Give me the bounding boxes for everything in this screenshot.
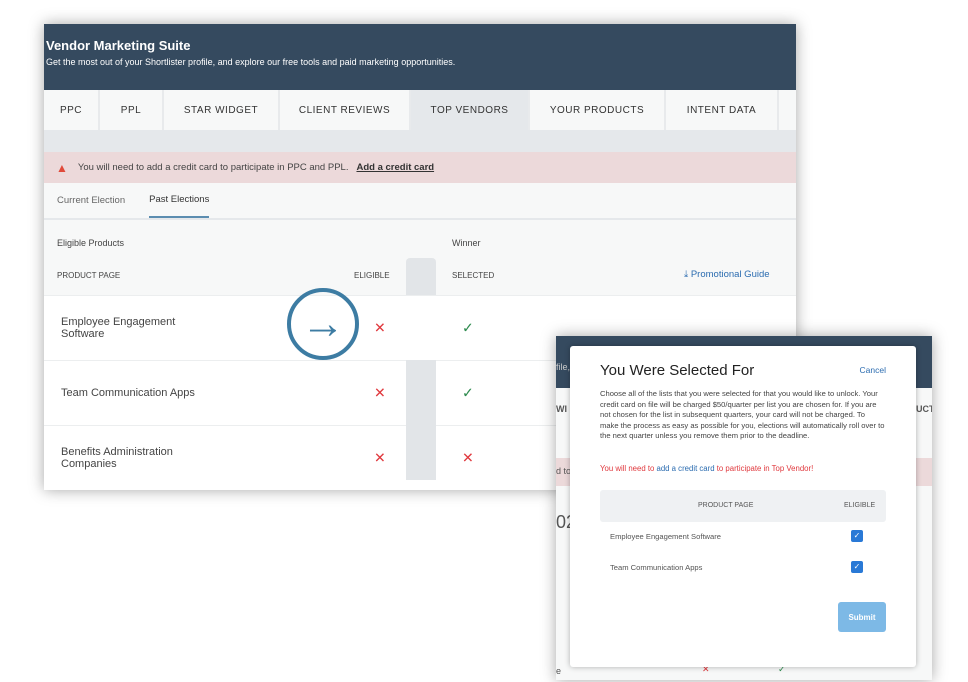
- subtab-past-elections[interactable]: Past Elections: [149, 183, 210, 218]
- page-header: Vendor Marketing Suite Get the most out …: [44, 24, 796, 90]
- add-credit-card-link[interactable]: add a credit card: [657, 464, 715, 473]
- warn-text: to participate in Top Vendor!: [714, 464, 814, 473]
- arrow-right-icon: →: [287, 288, 359, 360]
- modal-description: Choose all of the lists that you were se…: [600, 389, 885, 440]
- alert-text: You will need to add a credit card to pa…: [77, 162, 349, 173]
- x-icon: ✕: [374, 384, 386, 401]
- col-selected: SELECTED: [452, 271, 495, 280]
- tab-client-reviews[interactable]: CLIENT REVIEWS: [280, 90, 411, 130]
- modal-title: You Were Selected For: [600, 362, 755, 379]
- promotional-guide-link[interactable]: ⤓ Promotional Guide: [684, 269, 770, 280]
- download-icon: ⤓: [684, 269, 691, 280]
- modal-row-name: Team Communication Apps: [610, 563, 703, 572]
- tab-intent-data[interactable]: INTENT DATA: [666, 90, 779, 130]
- eligible-checkbox[interactable]: ✓: [851, 561, 863, 573]
- election-subtabs: Current Election Past Elections: [44, 183, 796, 220]
- tab-ppc[interactable]: PPC: [44, 90, 100, 130]
- column-divider: [406, 360, 436, 480]
- x-icon: ✕: [374, 449, 386, 466]
- col-product-page: PRODUCT PAGE: [57, 271, 121, 280]
- check-icon: ✓: [462, 384, 474, 401]
- product-name: Team Communication Apps: [61, 387, 195, 399]
- x-icon: ✕: [374, 319, 386, 336]
- fragment-text: UCT: [916, 404, 932, 414]
- tab-band: [44, 130, 796, 152]
- page-title: Vendor Marketing Suite: [46, 38, 191, 53]
- fragment-text: e: [556, 666, 562, 676]
- tab-top-vendors[interactable]: TOP VENDORS: [411, 90, 530, 130]
- col-eligible: ELIGIBLE: [844, 502, 876, 509]
- product-name: Employee Engagement Software: [61, 316, 176, 340]
- tab-ppl[interactable]: PPL: [100, 90, 164, 130]
- main-tabs: PPC PPL STAR WIDGET CLIENT REVIEWS TOP V…: [44, 90, 796, 130]
- x-icon: ✕: [462, 449, 474, 466]
- credit-card-alert: ▲ You will need to add a credit card to …: [44, 152, 796, 183]
- fragment-text: WI: [556, 404, 567, 414]
- subtab-current-election[interactable]: Current Election: [57, 183, 125, 218]
- check-icon: ✓: [462, 319, 474, 336]
- page-subtitle: Get the most out of your Shortlister pro…: [46, 57, 456, 67]
- warning-icon: ▲: [56, 160, 68, 175]
- fragment-text: file,: [556, 362, 571, 372]
- add-credit-card-link[interactable]: Add a credit card: [356, 162, 434, 173]
- col-eligible: ELIGIBLE: [354, 271, 390, 280]
- col-product-page: PRODUCT PAGE: [698, 502, 754, 509]
- credit-card-warning: You will need to add a credit card to pa…: [600, 464, 813, 473]
- modal-row-name: Employee Engagement Software: [610, 532, 722, 541]
- winner-heading: Winner: [452, 238, 481, 248]
- cancel-button[interactable]: Cancel: [860, 365, 886, 375]
- eligible-checkbox[interactable]: ✓: [851, 530, 863, 542]
- promotional-guide-label: Promotional Guide: [690, 269, 770, 280]
- submit-button[interactable]: Submit: [838, 602, 886, 632]
- warn-text: You will need to: [600, 464, 657, 473]
- tab-star-widget[interactable]: STAR WIDGET: [164, 90, 280, 130]
- eligible-products-heading: Eligible Products: [57, 238, 125, 248]
- selection-modal: You Were Selected For Cancel Choose all …: [570, 346, 916, 667]
- modal-table-header: PRODUCT PAGE ELIGIBLE: [600, 490, 886, 522]
- product-name: Benefits Administration Companies: [61, 446, 173, 470]
- tab-your-products[interactable]: YOUR PRODUCTS: [530, 90, 666, 130]
